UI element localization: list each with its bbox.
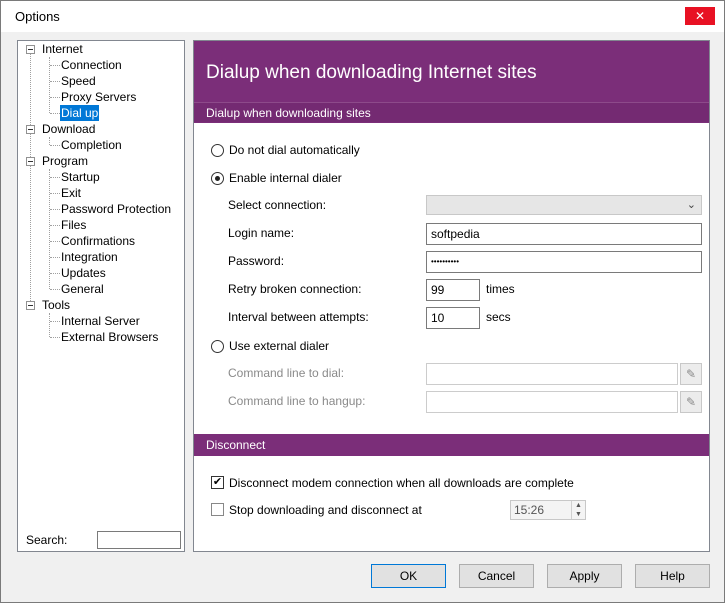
- settings-panel: Dialup when downloading Internet sites D…: [193, 40, 710, 552]
- collapse-toggle-icon[interactable]: [26, 301, 35, 310]
- login-name-label: Login name:: [228, 226, 295, 240]
- close-button[interactable]: ✕: [685, 7, 715, 25]
- tree-item-tools[interactable]: Tools: [42, 297, 70, 313]
- apply-button[interactable]: Apply: [547, 564, 622, 588]
- close-icon: ✕: [694, 9, 706, 23]
- stop-download-checkbox-label[interactable]: Stop downloading and disconnect at: [229, 503, 422, 517]
- page-header: Dialup when downloading Internet sites D…: [194, 41, 709, 123]
- cmd-hangup-input[interactable]: [426, 391, 678, 413]
- tree-line: [50, 193, 60, 194]
- tree-item-internet[interactable]: Internet: [42, 41, 83, 57]
- retry-input[interactable]: 99: [426, 279, 480, 301]
- tree-item-download[interactable]: Download: [42, 121, 95, 137]
- search-input[interactable]: [97, 531, 181, 549]
- tree-item-dial-up[interactable]: Dial up: [60, 105, 100, 121]
- chevron-down-icon: ⌄: [686, 199, 696, 211]
- search-label: Search:: [26, 533, 68, 547]
- cmd-hangup-label: Command line to hangup:: [228, 394, 366, 408]
- login-name-input[interactable]: softpedia: [426, 223, 702, 245]
- collapse-toggle-icon[interactable]: [26, 45, 35, 54]
- tree-item-internal-server[interactable]: Internal Server: [61, 313, 140, 329]
- tree-line: [50, 209, 60, 210]
- retry-label: Retry broken connection:: [228, 282, 362, 296]
- tree-item-files[interactable]: Files: [61, 217, 86, 233]
- tree-line: [50, 257, 60, 258]
- tree-line: [50, 321, 60, 322]
- tree-item-integration[interactable]: Integration: [61, 249, 118, 265]
- browse-hangup-button[interactable]: ✎: [680, 391, 702, 413]
- tree-item-password-protection[interactable]: Password Protection: [61, 201, 171, 217]
- tree-item-external-browsers[interactable]: External Browsers: [61, 329, 158, 345]
- section-header-disconnect: Disconnect: [194, 434, 709, 456]
- spin-down-icon[interactable]: ▼: [572, 510, 585, 519]
- tree-line: [30, 53, 31, 309]
- tree-line: [50, 97, 60, 98]
- tree-item-proxy-servers[interactable]: Proxy Servers: [61, 89, 136, 105]
- time-picker[interactable]: 15:26 ▲ ▼: [510, 500, 586, 520]
- tree-item-speed[interactable]: Speed: [61, 73, 96, 89]
- tree-line: [50, 113, 60, 114]
- tree-line: [50, 241, 60, 242]
- folder-icon: ✎: [685, 395, 697, 409]
- time-spinner[interactable]: ▲ ▼: [571, 501, 585, 519]
- tree-line: [50, 225, 60, 226]
- collapse-toggle-icon[interactable]: [26, 157, 35, 166]
- disconnect-checkbox-label[interactable]: Disconnect modem connection when all dow…: [229, 476, 574, 490]
- tree-item-connection[interactable]: Connection: [61, 57, 122, 73]
- browse-dial-button[interactable]: ✎: [680, 363, 702, 385]
- password-input[interactable]: ••••••••••: [426, 251, 702, 273]
- page-title: Dialup when downloading Internet sites: [206, 62, 537, 83]
- title-bar: Options ✕: [1, 1, 724, 32]
- help-button[interactable]: Help: [635, 564, 710, 588]
- cmd-dial-label: Command line to dial:: [228, 366, 345, 380]
- radio-external-dialer[interactable]: [211, 340, 224, 353]
- tree-item-exit[interactable]: Exit: [61, 185, 81, 201]
- tree-line: [49, 169, 50, 289]
- cmd-dial-input[interactable]: [426, 363, 678, 385]
- tree-line: [50, 81, 60, 82]
- collapse-toggle-icon[interactable]: [26, 125, 35, 134]
- radio-internal-dialer[interactable]: [211, 172, 224, 185]
- interval-unit: secs: [486, 310, 511, 324]
- tree-line: [50, 177, 60, 178]
- tree-item-confirmations[interactable]: Confirmations: [61, 233, 135, 249]
- password-label: Password:: [228, 254, 285, 268]
- tree-line: [50, 273, 60, 274]
- interval-input[interactable]: 10: [426, 307, 480, 329]
- tree-item-completion[interactable]: Completion: [61, 137, 122, 153]
- connection-select[interactable]: ⌄: [426, 195, 702, 215]
- time-value: 15:26: [514, 503, 545, 517]
- tree-line: [50, 289, 60, 290]
- options-tree[interactable]: Internet Connection Speed Proxy Servers …: [17, 40, 185, 552]
- cancel-button[interactable]: Cancel: [459, 564, 534, 588]
- options-window: Options ✕ Internet Connection Speed Prox…: [0, 0, 725, 603]
- stop-download-checkbox[interactable]: [211, 503, 224, 516]
- tree-line: [50, 337, 60, 338]
- tree-line: [49, 137, 50, 145]
- tree-item-general[interactable]: General: [61, 281, 104, 297]
- radio-no-dial-label[interactable]: Do not dial automatically: [229, 143, 360, 157]
- spin-up-icon[interactable]: ▲: [572, 501, 585, 510]
- tree-line: [49, 313, 50, 337]
- interval-label: Interval between attempts:: [228, 310, 369, 324]
- section-header-dialup: Dialup when downloading sites: [194, 102, 709, 122]
- window-title: Options: [15, 9, 60, 24]
- radio-external-dialer-label[interactable]: Use external dialer: [229, 339, 329, 353]
- tree-item-updates[interactable]: Updates: [61, 265, 106, 281]
- radio-internal-dialer-label[interactable]: Enable internal dialer: [229, 171, 342, 185]
- ok-button[interactable]: OK: [371, 564, 446, 588]
- tree-item-startup[interactable]: Startup: [61, 169, 100, 185]
- disconnect-checkbox[interactable]: ✔: [211, 476, 224, 489]
- select-connection-label: Select connection:: [228, 198, 327, 212]
- tree-item-program[interactable]: Program: [42, 153, 88, 169]
- folder-icon: ✎: [685, 367, 697, 381]
- retry-unit: times: [486, 282, 515, 296]
- tree-line: [50, 145, 60, 146]
- radio-no-dial[interactable]: [211, 144, 224, 157]
- tree-line: [50, 65, 60, 66]
